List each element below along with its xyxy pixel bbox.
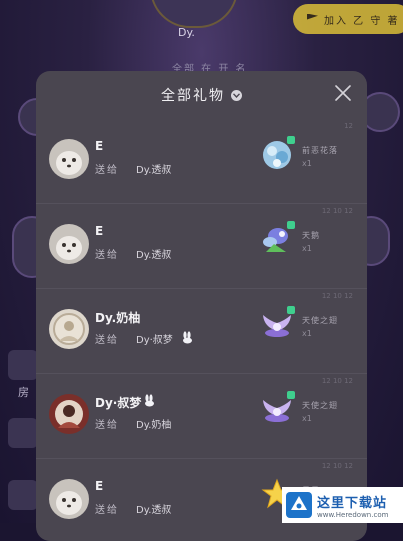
send-to-label: 送给 <box>95 250 119 261</box>
sender-name: E <box>95 479 104 493</box>
receiver-name: Dy.透叔 <box>136 165 172 176</box>
flag-icon <box>307 13 318 20</box>
record-time: 12 <box>344 122 353 130</box>
receiver-name: Dy.奶柚 <box>136 420 172 431</box>
sender-name: Dy.奶柚 <box>95 311 141 325</box>
side-label: 房 <box>18 386 29 399</box>
send-to-label: 送给 <box>95 335 119 346</box>
record-time: 12 10 12 <box>321 462 353 470</box>
join-fan-club-button[interactable]: 加入 乙 守 著 <box>293 4 403 34</box>
gift-count: x1 <box>302 159 312 168</box>
record-time: 12 10 12 <box>321 292 353 300</box>
receiver-name: Dy.透叔 <box>136 505 172 516</box>
modal-title: 全部礼物 <box>161 88 225 104</box>
avatar[interactable] <box>49 224 89 264</box>
gift-badge <box>287 306 295 314</box>
site-watermark: 这里下载站 www.Heredown.com <box>282 487 403 523</box>
record-time: 12 10 12 <box>321 377 353 385</box>
all-gifts-modal: 全部礼物 12 E 送给 Dy.透叔 前恶花落 x1 12 10 12 E 送给… <box>36 71 367 541</box>
close-icon <box>335 85 351 101</box>
gift-name: 天使之翅 <box>302 316 338 325</box>
chevron-down-icon[interactable] <box>231 89 242 101</box>
gift-count: x1 <box>302 244 312 253</box>
gift-count: x1 <box>302 329 312 338</box>
send-to-label: 送给 <box>95 420 119 431</box>
send-to-label: 送给 <box>95 505 119 516</box>
modal-header: 全部礼物 <box>36 71 367 119</box>
side-chip[interactable] <box>8 418 38 448</box>
avatar[interactable] <box>49 394 89 434</box>
avatar[interactable] <box>49 139 89 179</box>
close-button[interactable] <box>335 85 351 101</box>
rabbit-icon <box>181 329 194 344</box>
gift-badge <box>287 136 295 144</box>
list-item[interactable]: 12 10 12 Dy·叔梦 送给 Dy.奶柚 天使之翅 x1 <box>36 374 367 459</box>
side-chip[interactable] <box>8 350 38 380</box>
list-item[interactable]: 12 10 12 Dy.奶柚 送给 Dy·叔梦 天使之翅 x1 <box>36 289 367 374</box>
record-time: 12 10 12 <box>321 207 353 215</box>
gift-name: 天使之翅 <box>302 401 338 410</box>
list-item[interactable]: 12 E 送给 Dy.透叔 前恶花落 x1 <box>36 119 367 204</box>
modal-title-row[interactable]: 全部礼物 <box>36 85 367 105</box>
room-name: Dy. <box>178 26 195 39</box>
receiver-name: Dy.透叔 <box>136 250 172 261</box>
gift-name: 天鹅 <box>302 231 320 240</box>
list-item[interactable]: 12 10 12 E 送给 Dy.透叔 天鹅 x1 <box>36 204 367 289</box>
avatar[interactable] <box>49 309 89 349</box>
gift-badge <box>287 391 295 399</box>
watermark-title: 这里下载站 <box>317 495 388 511</box>
gift-badge <box>287 221 295 229</box>
logo-icon <box>286 492 312 518</box>
watermark-url: www.Heredown.com <box>317 510 389 519</box>
receiver-name: Dy·叔梦 <box>136 335 173 346</box>
gift-record-list[interactable]: 12 E 送给 Dy.透叔 前恶花落 x1 12 10 12 E 送给 Dy.透… <box>36 119 367 541</box>
side-chip[interactable] <box>8 480 38 510</box>
avatar[interactable] <box>49 479 89 519</box>
send-to-label: 送给 <box>95 165 119 176</box>
gift-count: x1 <box>302 414 312 423</box>
rabbit-icon <box>143 392 156 407</box>
host-avatar <box>150 0 238 28</box>
gift-name: 前恶花落 <box>302 146 338 155</box>
join-label: 加入 乙 守 著 <box>324 15 400 27</box>
sender-name: Dy·叔梦 <box>95 396 142 410</box>
sender-name: E <box>95 139 104 153</box>
sender-name: E <box>95 224 104 238</box>
